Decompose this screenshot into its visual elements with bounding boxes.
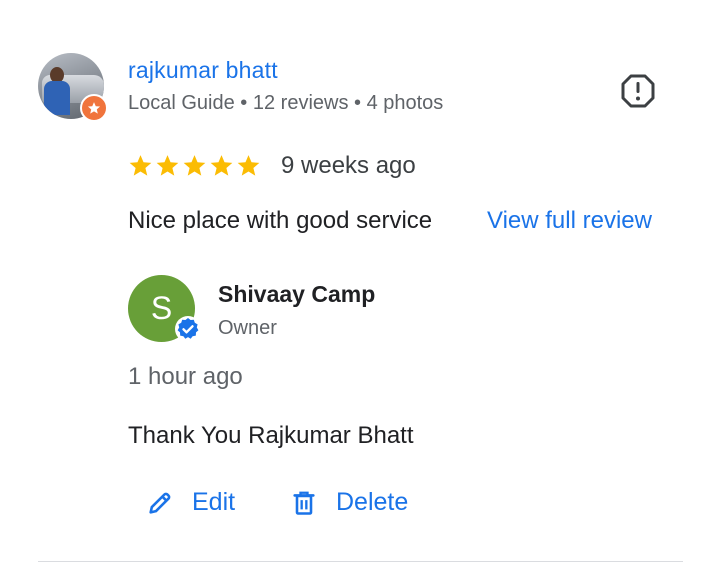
review-time: 9 weeks ago: [281, 152, 416, 179]
delete-label: Delete: [336, 488, 409, 516]
avatar-photo-person-body: [44, 81, 70, 115]
star-icon: [210, 155, 233, 176]
pencil-icon: [149, 492, 171, 514]
delete-reply-button[interactable]: Delete: [290, 488, 408, 517]
local-guide-badge-icon: [80, 94, 108, 122]
star-icon: [87, 102, 101, 114]
divider: [38, 561, 683, 562]
owner-name: Shivaay Camp: [218, 281, 376, 307]
star-icon: [237, 155, 260, 176]
owner-avatar-letter: S: [150, 290, 173, 326]
star-icon: [156, 155, 179, 176]
reply-time: 1 hour ago: [128, 363, 243, 390]
reviewer-name[interactable]: rajkumar bhatt: [128, 57, 278, 84]
reviewer-meta: Local Guide • 12 reviews • 4 photos: [128, 92, 444, 114]
review-text: Nice place with good service: [128, 207, 433, 234]
report-review-icon[interactable]: [620, 73, 656, 109]
owner-role: Owner: [218, 317, 277, 339]
star-icon: [183, 155, 206, 176]
reply-text: Thank You Rajkumar Bhatt: [128, 422, 414, 449]
edit-reply-button[interactable]: Edit: [146, 488, 235, 517]
verified-badge-icon: [174, 315, 202, 343]
star-icon: [129, 155, 152, 176]
rating-stars: [128, 153, 261, 178]
trash-icon: [293, 491, 315, 515]
view-full-review-link[interactable]: View full review: [487, 207, 652, 235]
edit-label: Edit: [192, 488, 236, 516]
